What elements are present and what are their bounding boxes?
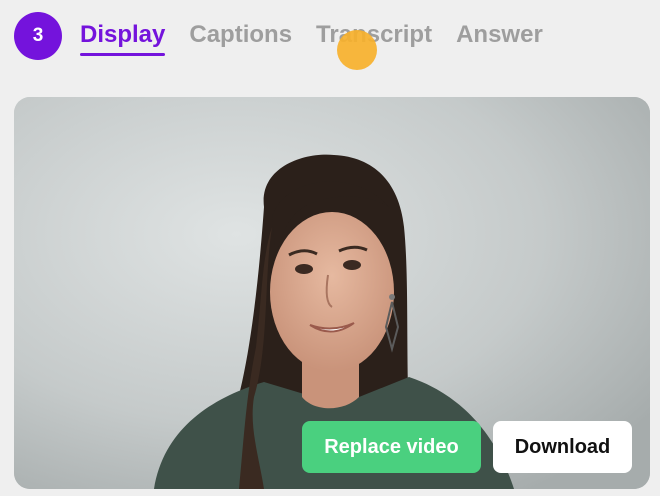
step-number-badge: 3 [14,12,62,60]
tab-answer[interactable]: Answer [456,18,543,52]
video-question-page: 3 Display Captions Transcript Answer Rep… [0,0,660,496]
tab-bar: Display Captions Transcript Answer [80,18,567,60]
tab-display[interactable]: Display [80,18,166,56]
download-button[interactable]: Download [493,421,632,473]
replace-video-button[interactable]: Replace video [302,421,481,473]
mouse-cursor-indicator [337,30,377,70]
tab-captions[interactable]: Captions [189,18,292,52]
step-number: 3 [32,25,44,46]
